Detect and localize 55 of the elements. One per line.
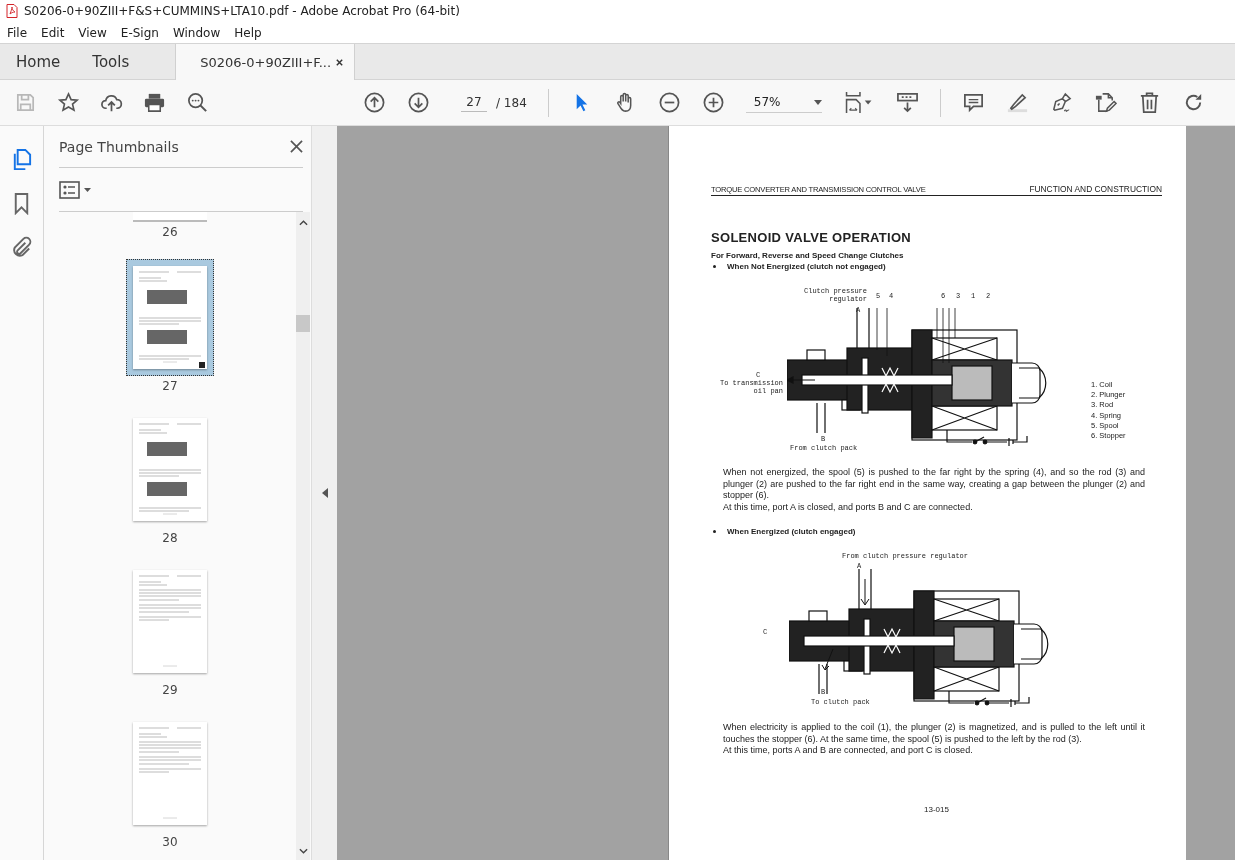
page-number-label: 29	[162, 683, 178, 697]
body-paragraph: When not energized, the spool (5) is pushed to the far right by the spring (4), and so the rod (3) and plunger (2) are pushed to the far right end in the same way, creating a gap between the plunger (2) and stopper (6).	[723, 467, 1145, 502]
tab[interactable]: Tools	[76, 44, 146, 79]
body-paragraph: At this time, ports A and B are connected, and port C is closed.	[723, 745, 974, 757]
page-number-label: 27	[162, 379, 178, 393]
tab[interactable]: Home	[0, 44, 77, 79]
bullet-icon	[713, 265, 716, 268]
page-number-field[interactable]: 27	[461, 93, 487, 112]
page-number-label: 26	[162, 225, 178, 239]
zoom-dropdown[interactable]: 57%	[745, 92, 822, 113]
menu-item[interactable]: E-Sign	[120, 25, 159, 40]
bullet-heading: When Energized (clutch engaged)	[727, 527, 856, 536]
page-number: 13-015	[923, 804, 950, 814]
window-title: S0206-0+90ZIII+F&S+CUMMINS+LTA10.pdf - Adobe Acrobat Pro (64-bit)	[24, 4, 460, 18]
close-icon[interactable]	[335, 57, 345, 67]
section-header: FUNCTION AND CONSTRUCTION	[1029, 184, 1162, 194]
body-paragraph: At this time, port A is closed, and ports B and C are connected.	[723, 501, 974, 513]
page-number-label: 28	[162, 531, 178, 545]
panel-title: Page Thumbnails	[59, 138, 179, 155]
tab[interactable]: S0206-0+90ZIII+F...	[175, 44, 356, 80]
scroll-thumb[interactable]	[296, 315, 310, 332]
menu-item[interactable]: File	[7, 25, 28, 40]
star-icon[interactable]	[57, 91, 80, 114]
edit-document-icon[interactable]	[1093, 91, 1117, 114]
scrollbar[interactable]	[296, 212, 310, 860]
paperclip-icon[interactable]	[10, 236, 33, 259]
menu-item[interactable]: Edit	[41, 25, 65, 40]
body-paragraph: When electricity is applied to the coil (1), the plunger (2) is magnetized, and is pulled to the left until it touches the stopper (6). At the same time, the spool (5) is pushed to the left by the rod (3).	[723, 722, 1145, 745]
comment-icon[interactable]	[961, 91, 985, 114]
previous-page-icon[interactable]	[363, 91, 386, 114]
scroll-mode-icon[interactable]	[895, 91, 919, 114]
caret-icon[interactable]	[813, 99, 822, 105]
zoom-in-icon[interactable]	[701, 91, 725, 114]
scroll-down-icon[interactable]	[298, 848, 308, 854]
thumbnail-frame[interactable]	[133, 212, 207, 222]
zoom-search-icon[interactable]	[186, 91, 209, 114]
pdf-file-icon	[6, 4, 18, 18]
selected-thumbnail-frame[interactable]	[126, 259, 214, 376]
scroll-up-icon[interactable]	[298, 220, 308, 226]
bullet-heading: When Not Energized (clutch not engaged)	[727, 262, 886, 271]
menu-item[interactable]: Window	[172, 25, 221, 40]
page-total: / 184	[496, 95, 527, 110]
collapse-panel-icon[interactable]	[321, 488, 328, 498]
next-page-icon[interactable]	[407, 91, 430, 114]
subheading: For Forward, Reverse and Speed Change Clutches	[711, 251, 905, 260]
zoom-out-icon[interactable]	[657, 91, 681, 114]
menu-item[interactable]: View	[78, 25, 107, 40]
close-icon[interactable]	[290, 140, 303, 153]
page-heading: SOLENOID VALVE OPERATION	[711, 230, 913, 245]
thumbnail-options-icon[interactable]	[59, 180, 93, 199]
highlighter-icon[interactable]	[1005, 91, 1029, 114]
page-number-label: 30	[162, 835, 178, 849]
print-icon[interactable]	[143, 91, 166, 114]
bullet-icon	[713, 530, 716, 533]
menu-item[interactable]: Help	[234, 25, 262, 40]
